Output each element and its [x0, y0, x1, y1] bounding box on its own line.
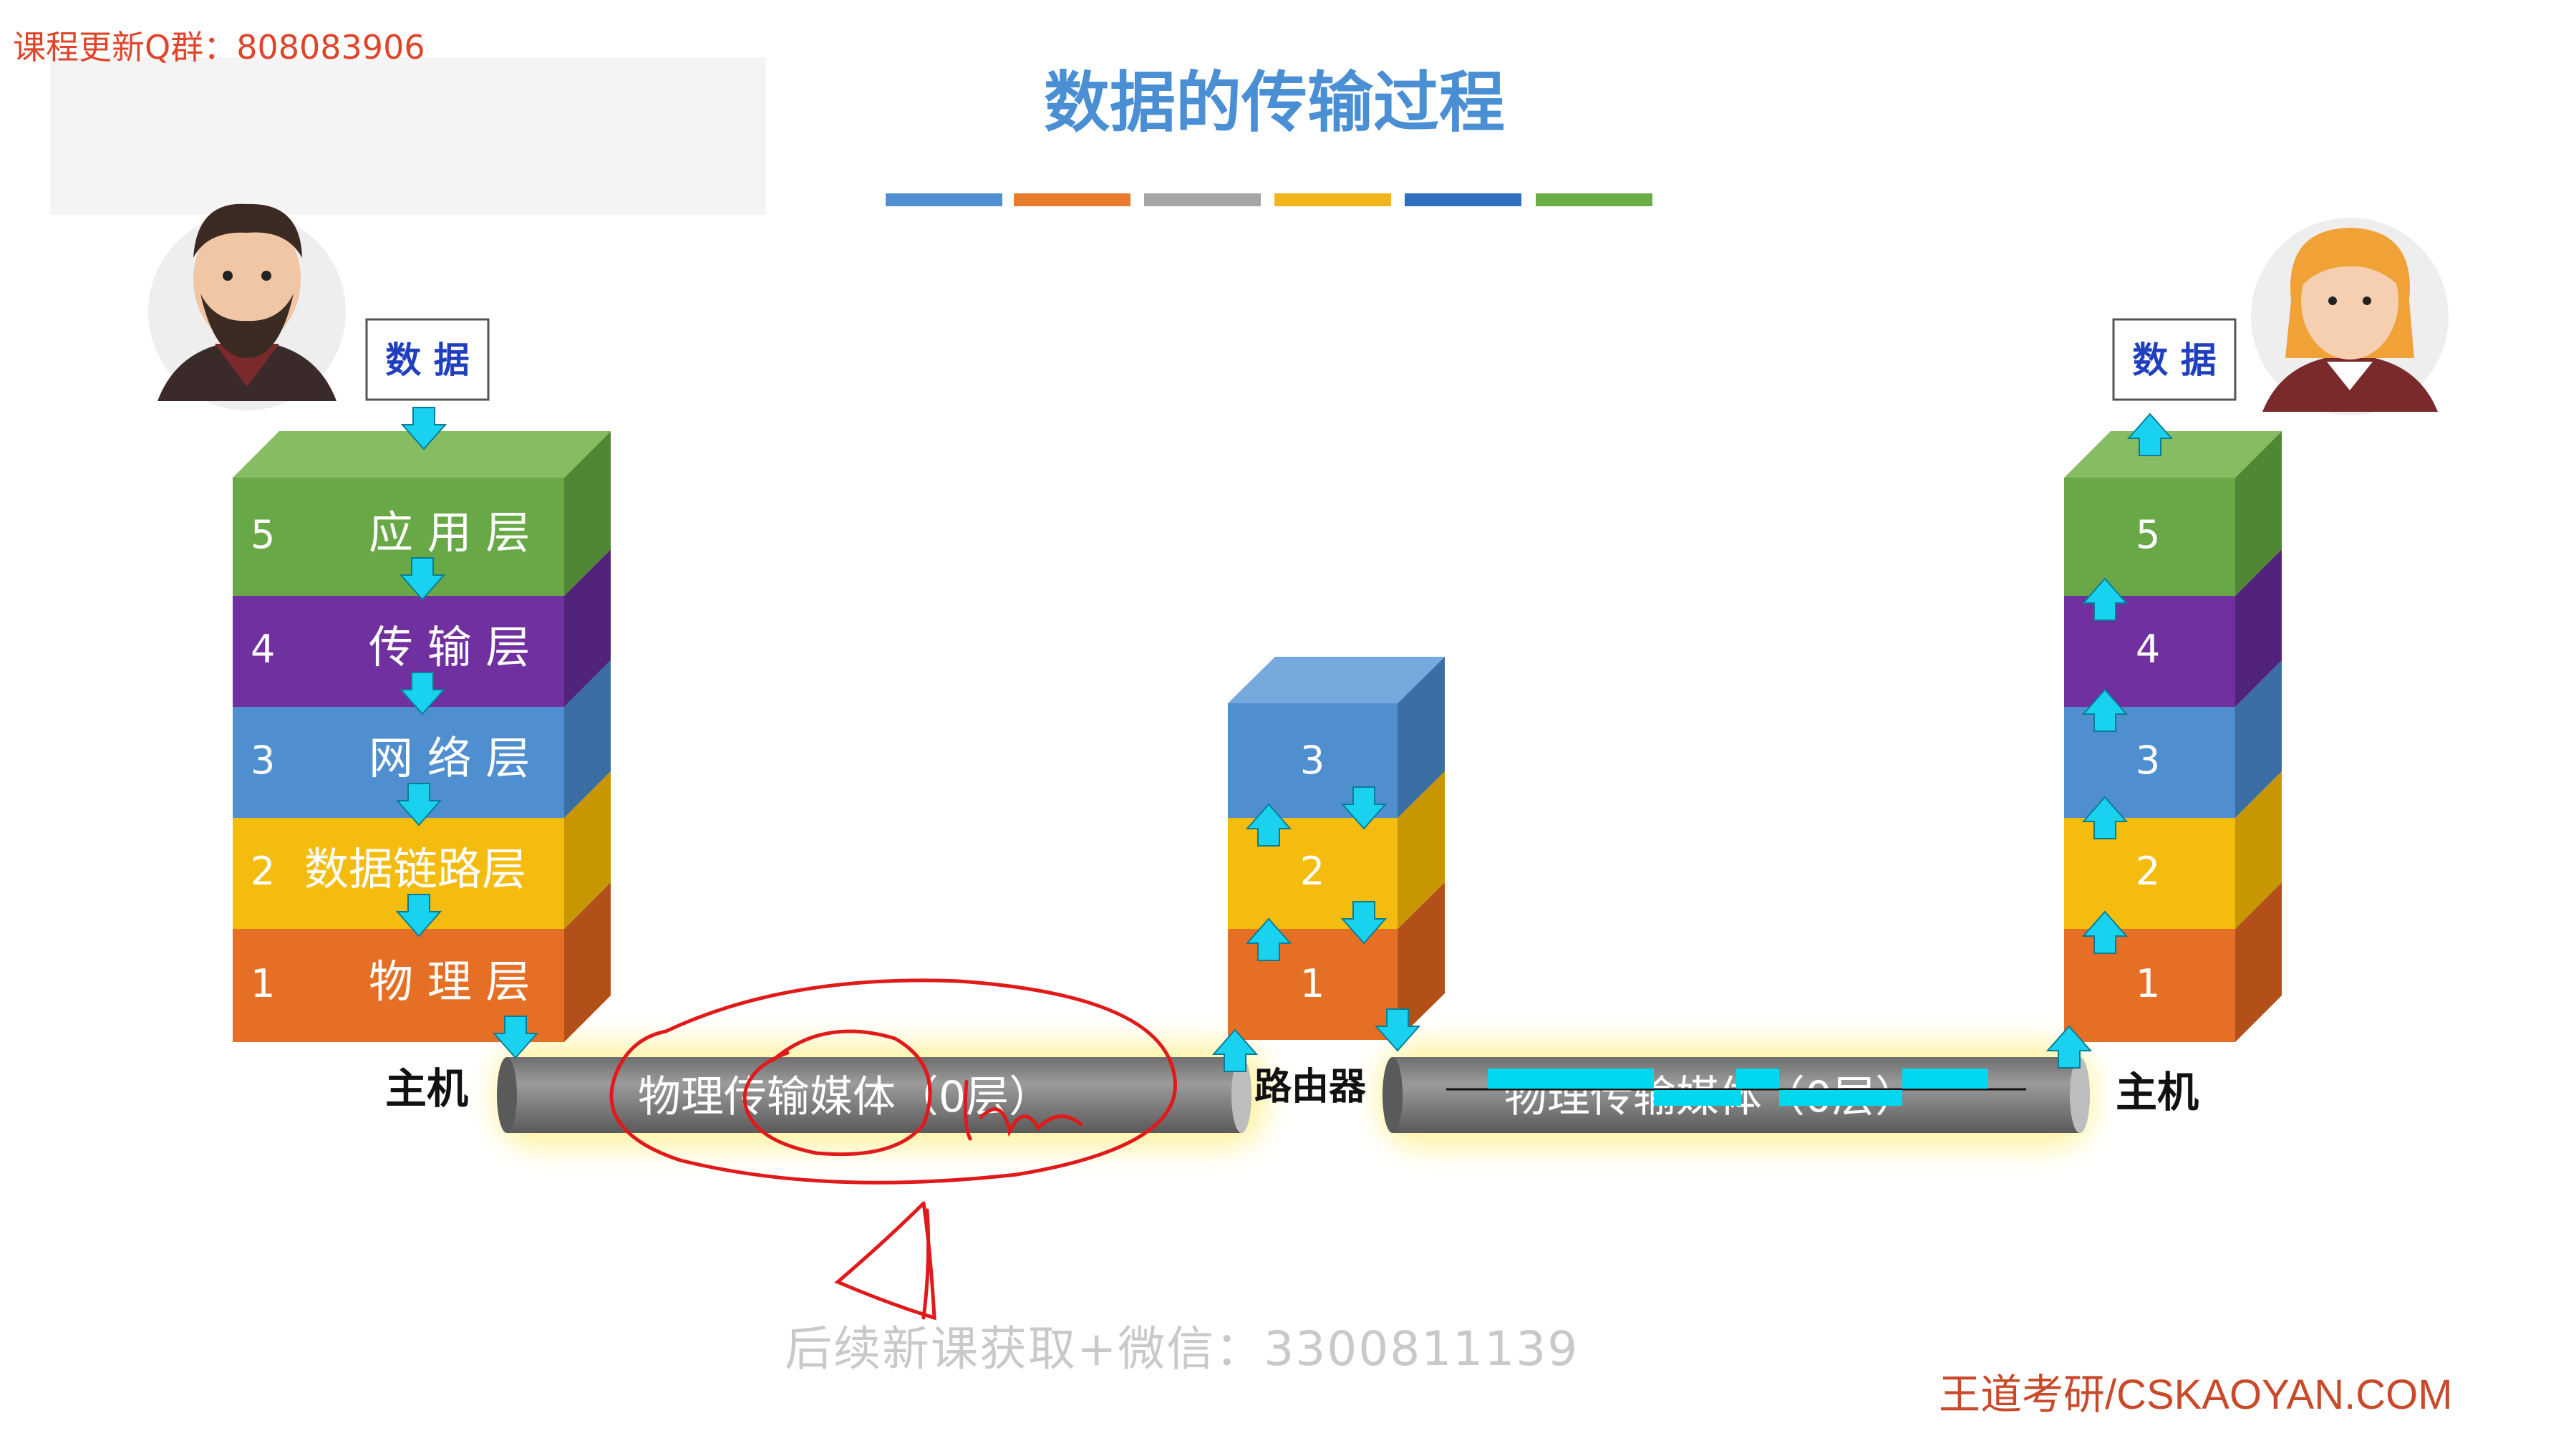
color-bar-3 — [1144, 193, 1261, 206]
right-layer-3-num: 3 — [2136, 738, 2160, 783]
router-layer-3-num: 3 — [1300, 738, 1325, 783]
site-credit: 王道考研/CSKAOYAN.COM — [1939, 1372, 2453, 1418]
left-layer-4-name: 传 输 层 — [369, 621, 530, 673]
title-color-bar — [886, 193, 1652, 206]
router-stack: 3 2 1 — [1228, 657, 1445, 1040]
data-box-left-label: 数 据 — [385, 339, 469, 381]
color-bar-6 — [1536, 193, 1652, 206]
router-layer-2-num: 2 — [1300, 849, 1325, 894]
left-layer-2-name: 数据链路层 — [304, 843, 526, 895]
left-layer-4-num: 4 — [251, 627, 275, 672]
right-layer-4-num: 4 — [2136, 627, 2160, 672]
signal-bar-5 — [1902, 1069, 1988, 1089]
course-update-note: 课程更新Q群：808083906 — [13, 28, 425, 67]
medium-left-label: 物理传输媒体（0层） — [638, 1072, 1052, 1122]
woman-avatar-icon — [2251, 218, 2449, 415]
man-avatar-icon — [148, 203, 346, 410]
right-host-label: 主机 — [2116, 1068, 2199, 1117]
slide-title: 数据的传输过程 — [1044, 64, 1505, 141]
slide: 数据的传输过程 数 据 数 据 物理传输媒体（0层） 5 应 用 层 4 传 输… — [0, 0, 2576, 1451]
logo-ghost — [50, 57, 766, 215]
data-box-right-label: 数 据 — [2132, 339, 2216, 381]
left-layer-3-num: 3 — [251, 738, 275, 783]
right-layer-5-num: 5 — [2136, 512, 2160, 557]
data-box-right: 数 据 — [2112, 318, 2237, 401]
color-bar-5 — [1405, 193, 1521, 206]
right-layer-2-num: 2 — [2136, 849, 2160, 894]
signal-bar-3 — [1736, 1069, 1779, 1089]
router-layer-1-num: 1 — [1300, 961, 1325, 1006]
left-host-stack: 5 应 用 层 4 传 输 层 3 网 络 层 2 数据链路层 1 物 理 层 — [233, 431, 611, 1042]
left-layer-5-num: 5 — [251, 512, 275, 557]
medium-right: 物理传输媒体（0层） — [1378, 1042, 2094, 1149]
left-host-label: 主机 — [385, 1064, 468, 1113]
right-layer-1-num: 1 — [2136, 961, 2160, 1006]
color-bar-1 — [886, 193, 1002, 206]
signal-bar-4 — [1779, 1090, 1902, 1106]
color-bar-4 — [1274, 193, 1391, 206]
signal-bar-2 — [1654, 1090, 1741, 1106]
router-label: 路由器 — [1254, 1066, 1367, 1109]
watermark: 后续新课获取+微信：3300811139 — [785, 1321, 1579, 1377]
left-layer-5-name: 应 用 层 — [369, 506, 530, 559]
left-layer-2-num: 2 — [251, 849, 275, 894]
color-bar-2 — [1014, 193, 1130, 206]
signal-bar-1 — [1488, 1069, 1654, 1089]
left-layer-3-name: 网 络 层 — [369, 732, 530, 784]
diagram: 数据的传输过程 数 据 数 据 物理传输媒体（0层） 5 应 用 层 4 传 输… — [50, 57, 2449, 1321]
left-layer-1-num: 1 — [251, 961, 275, 1006]
left-layer-1-name: 物 理 层 — [369, 955, 530, 1008]
data-box-left: 数 据 — [365, 318, 490, 401]
